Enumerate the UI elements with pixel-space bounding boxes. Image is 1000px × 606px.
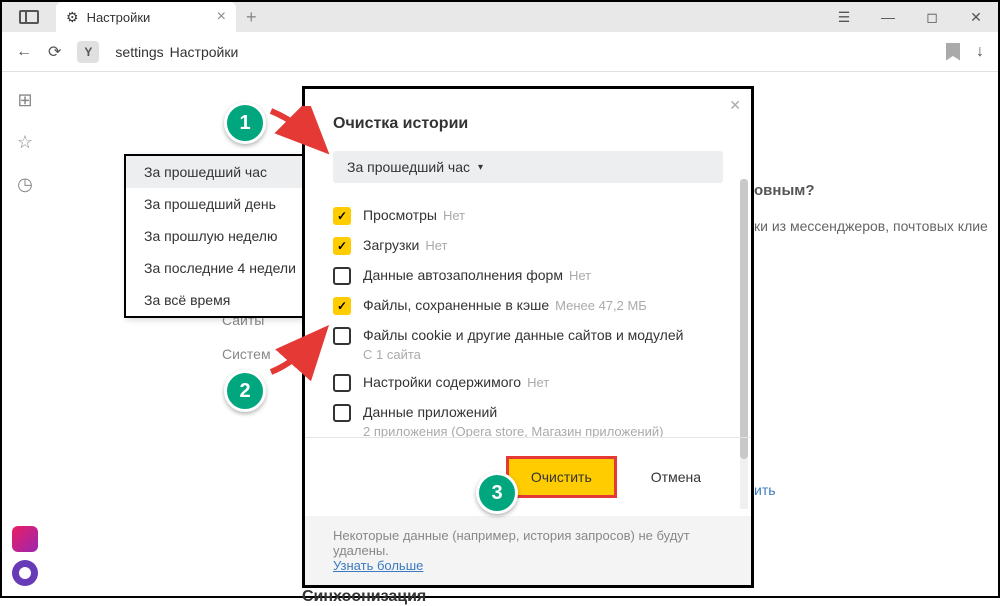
app-shortcut-2[interactable] [12,560,38,586]
window-controls: ☰ — ◻ ✕ [822,2,998,32]
url-text[interactable]: Настройки [170,44,239,60]
checkbox-views[interactable]: ✓ [333,207,351,225]
reload-button[interactable]: ⟳ [48,42,61,62]
check-content-settings[interactable]: Настройки содержимогоНет [333,368,723,398]
sidebar-toggle[interactable] [2,10,56,24]
arrow-1 [266,106,336,156]
chevron-down-icon: ▾ [478,162,483,173]
settings-nav: Сайты Систем [222,312,271,362]
yandex-icon: Y [77,41,99,63]
checklist: ✓ ПросмотрыНет ✓ ЗагрузкиНет Данные авто… [305,201,751,437]
dialog-footer: Очистить Отмена [305,437,751,516]
learn-more-link[interactable]: Узнать больше [333,558,423,573]
dialog-title: Очистка истории [333,115,723,133]
menu-button[interactable]: ☰ [822,2,866,32]
scrollbar-thumb[interactable] [740,179,748,459]
clear-button[interactable]: Очистить [506,456,617,498]
bg-heading: овным? [754,182,815,199]
nav-system[interactable]: Систем [222,346,271,362]
dropdown-item-4weeks[interactable]: За последние 4 недели [126,252,314,284]
bg-sync: Синхоонизация [302,588,426,606]
history-icon[interactable]: ◷ [15,174,35,194]
checkbox-downloads[interactable]: ✓ [333,237,351,255]
arrow-2 [266,322,336,382]
cancel-button[interactable]: Отмена [629,456,723,498]
checkbox-autofill[interactable] [333,267,351,285]
clear-history-dialog: ✕ Очистка истории За прошедший час ▾ ✓ П… [302,86,754,588]
close-window-button[interactable]: ✕ [954,2,998,32]
close-tab-icon[interactable]: × [217,8,226,26]
check-app-data[interactable]: Данные приложений2 приложения (Opera sto… [333,398,723,437]
annotation-3: 3 [476,472,518,514]
check-cookies[interactable]: Файлы cookie и другие данные сайтов и мо… [333,321,723,368]
time-range-select[interactable]: За прошедший час ▾ [333,151,723,183]
annotation-2: 2 [224,370,266,412]
checkbox-appdata[interactable] [333,404,351,422]
new-tab-button[interactable]: + [236,7,267,28]
dropdown-item-week[interactable]: За прошлую неделю [126,220,314,252]
check-cache[interactable]: ✓ Файлы, сохраненные в кэшеМенее 47,2 МБ [333,291,723,321]
bg-text: ки из мессенджеров, почтовых клие [754,218,988,234]
sidebar: ⊞ ☆ ◷ [2,74,48,596]
range-label: За прошедший час [347,159,470,175]
dropdown-item-hour[interactable]: За прошедший час [126,156,314,188]
bg-link[interactable]: ить [754,482,776,498]
panel-icon [19,10,39,24]
check-autofill[interactable]: Данные автозаполнения формНет [333,261,723,291]
gear-icon: ⚙ [66,9,79,26]
address-bar: ← ⟳ Y settings Настройки ↓ [2,32,998,72]
minimize-button[interactable]: — [866,2,910,32]
titlebar: ⚙ Настройки × + ☰ — ◻ ✕ [2,2,998,32]
dropdown-item-all[interactable]: За всё время [126,284,314,316]
app-shortcut-1[interactable] [12,526,38,552]
bookmark-icon[interactable] [946,43,960,61]
favorites-icon[interactable]: ☆ [15,132,35,152]
annotation-1: 1 [224,102,266,144]
back-button[interactable]: ← [16,43,32,61]
maximize-button[interactable]: ◻ [910,2,954,32]
download-button[interactable]: ↓ [976,43,984,61]
check-downloads[interactable]: ✓ ЗагрузкиНет [333,231,723,261]
dialog-close-button[interactable]: ✕ [729,97,741,114]
time-range-dropdown: За прошедший час За прошедший день За пр… [124,154,316,318]
browser-tab[interactable]: ⚙ Настройки × [56,2,236,32]
dropdown-item-day[interactable]: За прошедший день [126,188,314,220]
url-prefix: settings [115,44,163,60]
tab-title: Настройки [87,10,209,25]
checkbox-cache[interactable]: ✓ [333,297,351,315]
check-views[interactable]: ✓ ПросмотрыНет [333,201,723,231]
dialog-note: Некоторые данные (например, история запр… [305,516,751,585]
apps-icon[interactable]: ⊞ [15,90,35,110]
